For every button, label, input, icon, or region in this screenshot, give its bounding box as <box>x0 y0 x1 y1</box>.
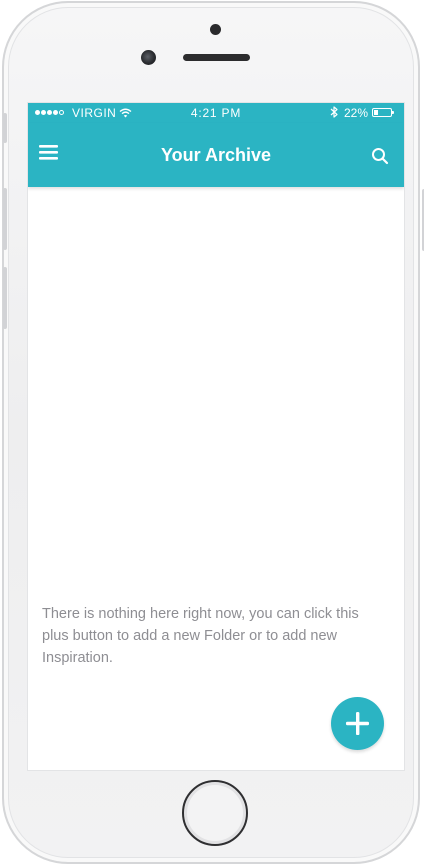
earpiece-speaker <box>183 54 250 61</box>
front-camera <box>141 50 156 65</box>
proximity-sensor <box>210 24 221 35</box>
app-bar: Your Archive <box>28 123 404 187</box>
empty-state-message: There is nothing here right now, you can… <box>42 606 359 666</box>
hamburger-menu-icon[interactable] <box>38 143 62 167</box>
home-button[interactable] <box>182 780 248 846</box>
battery-icon <box>372 108 394 117</box>
status-bar: VIRGIN 4:21 PM 22% <box>28 103 404 123</box>
phone-frame: VIRGIN 4:21 PM 22% Your Archive There is… <box>2 1 424 864</box>
volume-up-button <box>3 188 7 250</box>
screen: VIRGIN 4:21 PM 22% Your Archive There is… <box>28 103 404 770</box>
battery-percentage: 22% <box>344 106 369 120</box>
search-icon[interactable] <box>371 147 389 165</box>
bluetooth-icon <box>330 106 338 121</box>
mute-switch <box>3 113 7 143</box>
volume-down-button <box>3 267 7 329</box>
add-button[interactable] <box>331 697 384 750</box>
page-title: Your Archive <box>160 145 272 165</box>
plus-icon <box>346 712 369 735</box>
